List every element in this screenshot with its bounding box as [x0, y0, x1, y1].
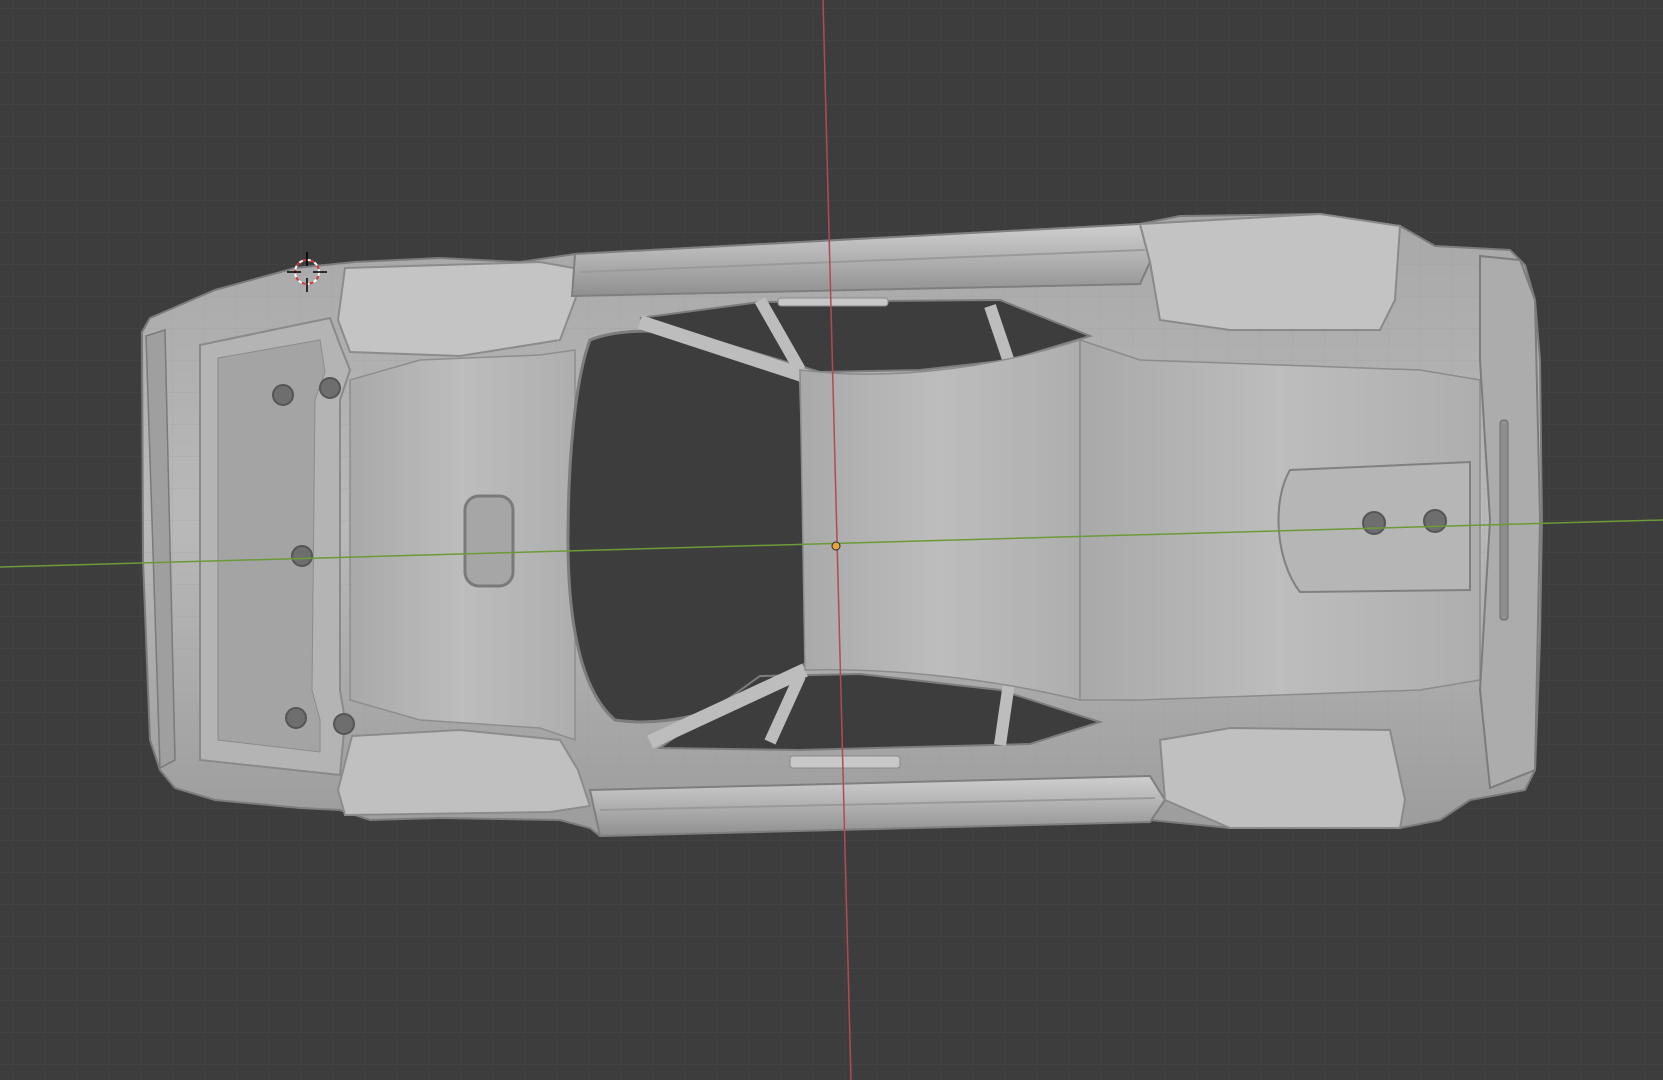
- rear-bolt-hole: [1362, 511, 1386, 535]
- front-left-wheel-well: [336, 260, 587, 358]
- front-bolt-hole: [285, 707, 307, 729]
- front-right-wheel-well: [336, 728, 592, 817]
- viewport-canvas[interactable]: [0, 0, 1663, 1080]
- front-bolt-hole: [272, 384, 294, 406]
- rear-vent-slot: [1499, 419, 1509, 621]
- front-bolt-hole: [291, 545, 313, 567]
- center-floor: [799, 338, 1081, 701]
- front-access-panel: [463, 494, 515, 588]
- object-origin-icon[interactable]: [831, 541, 841, 551]
- front-frame-inner: [217, 339, 326, 753]
- front-floor-pan: [349, 349, 576, 742]
- front-bolt-hole: [319, 377, 341, 399]
- rear-left-wheel-well: [1138, 212, 1402, 331]
- rear-bumper: [1478, 254, 1542, 790]
- rear-right-wheel-well: [1158, 726, 1407, 829]
- sill-bracket: [777, 297, 889, 307]
- front-bolt-hole: [333, 713, 355, 735]
- 3d-viewport[interactable]: [0, 0, 1663, 1080]
- cabin-opening: [566, 329, 812, 724]
- rear-bolt-hole: [1423, 509, 1447, 533]
- sill-bracket: [789, 755, 901, 769]
